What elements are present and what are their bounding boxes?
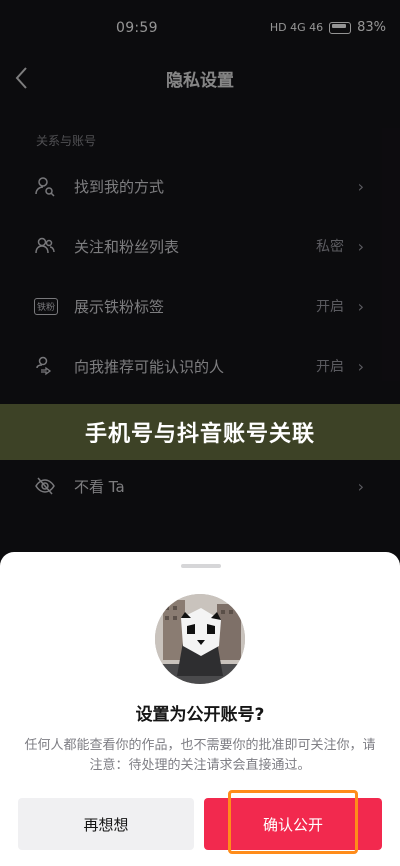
- sheet-handle[interactable]: [181, 564, 221, 568]
- confirm-public-sheet: 设置为公开账号? 任何人都能查看你的作品，也不需要你的批准即可关注你，请注意：待…: [0, 552, 400, 866]
- confirm-public-button[interactable]: 确认公开: [204, 798, 382, 850]
- caption-banner: 手机号与抖音账号关联: [0, 404, 400, 460]
- sheet-description: 任何人都能查看你的作品，也不需要你的批准即可关注你，请注意：待处理的关注请求会直…: [24, 738, 376, 773]
- sheet-title: 设置为公开账号?: [135, 705, 265, 725]
- cancel-button[interactable]: 再想想: [18, 798, 194, 850]
- caption-text: 手机号与抖音账号关联: [84, 422, 315, 447]
- avatar: [155, 594, 245, 684]
